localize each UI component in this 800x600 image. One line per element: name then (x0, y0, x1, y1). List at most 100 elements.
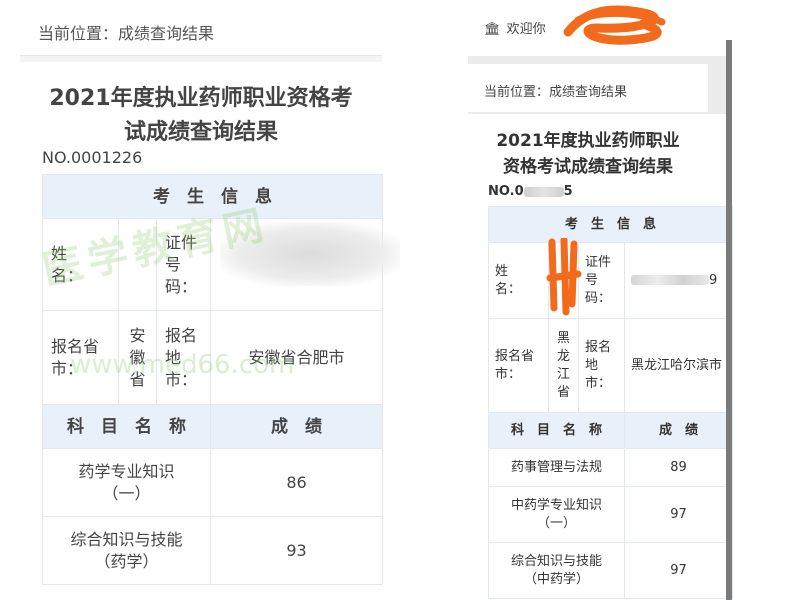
city-label-line-3: 市： (165, 369, 198, 389)
welcome-bar: 🏛 欢迎你 (468, 0, 732, 56)
city-label: 报名 地 市： (578, 318, 625, 413)
score-header: 成 绩 (623, 412, 734, 449)
subject-name-line-1: 药事管理与法规 (510, 459, 602, 475)
subject-name-line-2: （药学） (94, 551, 159, 571)
breadcrumb: 当前位置：成绩查询结果 (468, 64, 708, 112)
section-header-row: 考 生 信 息 (487, 206, 734, 243)
table-row: 药学专业知识 （一） 86 (42, 448, 383, 517)
subject-score: 93 (210, 516, 383, 585)
page-title: 2021年度执业药师职业资格考 试成绩查询结果 (30, 82, 372, 150)
id-label-line-2: 号 (165, 254, 182, 274)
name-row: 姓 名： 证件 号 码： (42, 218, 383, 311)
right-result-page: 🏛 欢迎你 当前位置：成绩查询结果 2021年度执业药师职业 资格考试成绩查询结… (468, 0, 734, 600)
serial-number: NO.0 5 (488, 184, 573, 199)
name-label: 姓 名： (42, 218, 119, 311)
province-value-char-3: 省 (129, 369, 146, 389)
province-value: 黑 龙 江 省 (548, 318, 579, 413)
section-header: 考 生 信 息 (487, 206, 734, 243)
province-value-char-3: 江 (556, 366, 570, 382)
id-redaction (631, 275, 709, 285)
province-value: 安 徽 省 (118, 310, 157, 405)
screenshot-composite: 当前位置：成绩查询结果 2021年度执业药师职业资格考 试成绩查询结果 NO.0… (0, 0, 800, 600)
page-title: 2021年度执业药师职业 资格考试成绩查询结果 (468, 128, 708, 180)
name-label-line-2: 名： (51, 265, 84, 285)
name-row: 姓 名： 证件 号 码： 9 (488, 242, 734, 319)
province-value-char-2: 徽 (129, 347, 146, 367)
section-header-row: 考 生 信 息 (42, 174, 383, 219)
name-value (118, 218, 157, 311)
welcome-text: 欢迎你 (506, 22, 546, 37)
province-label-line-2: 市： (495, 366, 522, 382)
subject-score: 86 (210, 448, 383, 517)
location-row: 报名省 市： 黑 龙 江 省 报名 地 市： 黑龙江哈尔滨市 (488, 318, 734, 413)
subject-name-line-1: 药学专业知识 (78, 461, 175, 481)
city-label-line-3: 市： (585, 375, 612, 391)
subject-header-row: 科 目 名 称 成 绩 (42, 404, 383, 449)
table-row: 中药学专业知识 （一） 97 (488, 486, 734, 543)
page-title-line-2: 资格考试成绩查询结果 (503, 157, 673, 177)
page-title-line-2: 试成绩查询结果 (123, 120, 278, 145)
breadcrumb-text: 当前位置：成绩查询结果 (484, 85, 628, 100)
serial-number: NO.0001226 (42, 148, 143, 167)
province-value-char-1: 黑 (556, 330, 570, 346)
subject-name-line-2: （一） (536, 515, 576, 531)
city-label-line-2: 地 (165, 347, 182, 367)
subject-header: 科 目 名 称 (42, 404, 211, 449)
subject-name: 综合知识与技能 （中药学） (488, 542, 625, 599)
page-title-line-1: 2021年度执业药师职业 (496, 131, 680, 151)
subject-name-line-1: 中药学专业知识 (510, 497, 602, 513)
name-label-line-1: 姓 (51, 243, 68, 263)
name-label-line-2: 名： (495, 281, 522, 297)
table-row: 综合知识与技能 （药学） 93 (42, 516, 383, 585)
location-row: 报名省 市： 安 徽 省 报名 地 市： 安徽省合肥市 (42, 310, 383, 405)
city-label: 报名 地 市： (156, 310, 211, 405)
province-value-char-1: 安 (129, 325, 146, 345)
id-label-line-3: 码： (585, 290, 612, 306)
province-label-line-1: 报名省 (51, 336, 100, 356)
subject-header-row: 科 目 名 称 成 绩 (488, 412, 734, 449)
city-value: 黑龙江哈尔滨市 (623, 318, 734, 413)
id-label: 证件 号 码： (156, 218, 211, 311)
subject-header: 科 目 名 称 (488, 412, 625, 449)
subject-score: 89 (623, 448, 734, 487)
serial-suffix: 5 (563, 184, 573, 199)
subject-name: 药学专业知识 （一） (42, 448, 211, 517)
serial-redaction (523, 186, 564, 197)
scrollbar[interactable] (726, 40, 732, 600)
score-header: 成 绩 (210, 404, 383, 449)
breadcrumb: 当前位置：成绩查询结果 (20, 0, 382, 56)
score-table: 考 生 信 息 姓 名： 证件 号 码： 报名省 市： 安 徽 省 报名 地 市… (42, 174, 383, 585)
name-label: 姓 名： (488, 242, 549, 319)
province-value-char-2: 龙 (556, 348, 570, 364)
province-value-char-4: 省 (556, 384, 570, 400)
id-label-line-1: 证件 (585, 254, 612, 270)
page-title-line-1: 2021年度执业药师职业资格考 (49, 86, 353, 111)
id-label-line-1: 证件 (165, 232, 198, 252)
name-label-line-1: 姓 (495, 263, 509, 279)
province-label: 报名省 市： (488, 318, 549, 413)
city-label-line-2: 地 (585, 357, 599, 373)
score-table: 考 生 信 息 姓 名： 证件 号 码： 9 报名省 市： 黑 龙 江 省 报名… (487, 206, 734, 599)
id-suffix: 9 (709, 272, 718, 288)
id-label-line-2: 号 (585, 272, 599, 288)
bank-icon: 🏛 (484, 22, 501, 37)
subject-name-line-1: 综合知识与技能 (510, 553, 602, 569)
subject-name-line-1: 综合知识与技能 (70, 529, 183, 549)
id-value: 9 (623, 242, 734, 319)
subject-name: 综合知识与技能 （药学） (42, 516, 211, 585)
id-value (210, 218, 383, 311)
name-value (548, 242, 579, 319)
subject-name: 药事管理与法规 (488, 448, 625, 487)
province-label-line-2: 市： (51, 358, 84, 378)
result-card: 2021年度执业药师职业资格考 试成绩查询结果 NO.0001226 考 生 信… (20, 62, 383, 600)
subject-score: 97 (623, 542, 734, 599)
city-label-line-1: 报名 (585, 339, 612, 355)
province-label: 报名省 市： (42, 310, 119, 405)
subject-name: 中药学专业知识 （一） (488, 486, 625, 543)
serial-prefix: NO.0 (488, 184, 524, 199)
id-label-line-3: 码： (165, 276, 198, 296)
table-row: 综合知识与技能 （中药学） 97 (488, 542, 734, 599)
section-header: 考 生 信 息 (42, 174, 383, 219)
table-row: 药事管理与法规 89 (488, 448, 734, 487)
subject-name-line-2: （中药学） (523, 571, 589, 587)
